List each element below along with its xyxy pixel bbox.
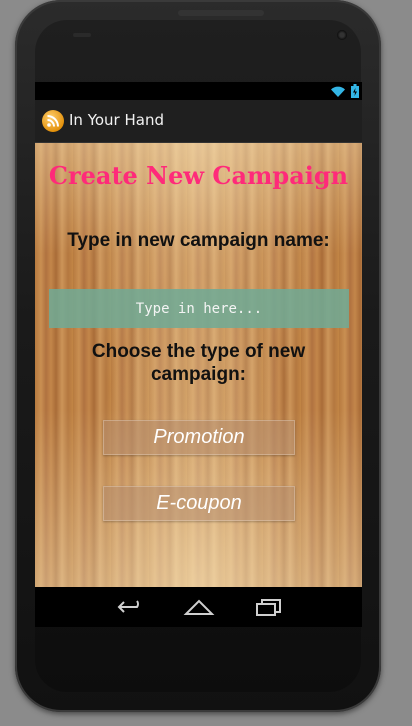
wifi-icon bbox=[331, 86, 345, 97]
type-prompt: Choose the type of new campaign: bbox=[91, 341, 306, 385]
navigation-bar bbox=[35, 587, 362, 627]
back-icon[interactable] bbox=[115, 595, 147, 619]
action-bar: In Your Hand bbox=[35, 100, 362, 143]
campaign-name-input[interactable] bbox=[49, 289, 349, 328]
e-coupon-button[interactable]: E-coupon bbox=[103, 486, 295, 521]
app-title: In Your Hand bbox=[69, 111, 164, 129]
recent-apps-icon[interactable] bbox=[253, 595, 285, 619]
proximity-sensor bbox=[73, 33, 91, 37]
battery-icon bbox=[351, 84, 359, 98]
home-icon[interactable] bbox=[183, 595, 215, 619]
speaker-grille bbox=[178, 10, 264, 16]
page-title: Create New Campaign bbox=[48, 161, 349, 190]
name-prompt: Type in new campaign name: bbox=[67, 230, 330, 251]
campaign-form: Create New Campaign Type in new campaign… bbox=[35, 143, 362, 587]
promotion-button[interactable]: Promotion bbox=[103, 420, 295, 455]
front-camera bbox=[337, 30, 347, 40]
rss-icon[interactable] bbox=[41, 109, 65, 133]
status-bar bbox=[35, 82, 362, 100]
phone-screen: In Your Hand Create New Campaign Type in… bbox=[35, 82, 362, 627]
